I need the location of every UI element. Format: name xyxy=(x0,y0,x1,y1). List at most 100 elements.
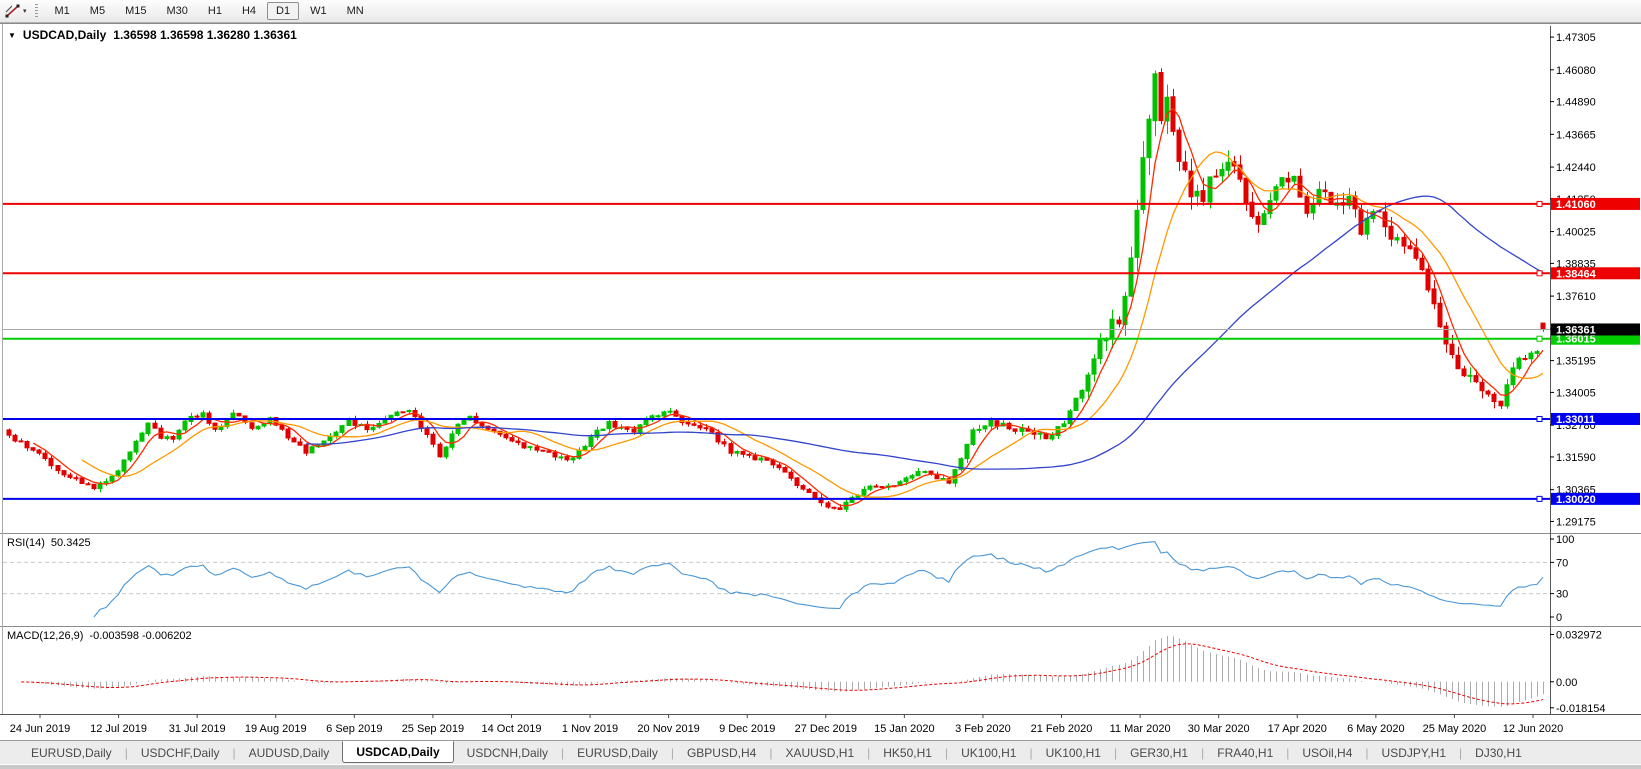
date-tick-label: 3 Feb 2020 xyxy=(955,723,1011,735)
date-tick-label: 14 Oct 2019 xyxy=(482,723,542,735)
timeframe-button-mn[interactable]: MN xyxy=(338,2,373,20)
price-tick-label: 1.34005 xyxy=(1556,387,1596,399)
price-chart-canvas[interactable]: 1.473051.460801.448901.436651.424401.412… xyxy=(0,24,1641,741)
caret-down-icon: ▾ xyxy=(23,8,27,15)
rsi-axis-label: 0 xyxy=(1556,612,1562,624)
macd-values: -0.003598 -0.006202 xyxy=(89,630,192,642)
date-tick-label: 12 Jun 2020 xyxy=(1503,723,1564,735)
macd-name: MACD(12,26,9) xyxy=(7,630,84,642)
symbol-tab-usdcnh-daily[interactable]: USDCNH,Daily xyxy=(454,743,561,763)
chart-symbol-title: USDCAD,Daily xyxy=(22,28,107,42)
pane-frame xyxy=(0,24,1641,715)
symbol-tab-eurusd-daily[interactable]: EURUSD,Daily xyxy=(564,743,671,763)
price-tick-label: 1.31590 xyxy=(1556,452,1596,464)
macd-signal-line xyxy=(21,643,1544,705)
price-tick-label: 1.37610 xyxy=(1556,291,1596,303)
symbol-tab-audusd-daily[interactable]: AUDUSD,Daily xyxy=(236,743,343,763)
price-line-label: 1.30020 xyxy=(1556,494,1596,506)
candles xyxy=(6,68,1546,512)
symbol-tab-eurusd-daily[interactable]: EURUSD,Daily xyxy=(18,743,125,763)
macd-axis-label: 0.00 xyxy=(1556,677,1577,689)
date-tick-label: 25 Sep 2019 xyxy=(402,723,464,735)
toolbar-grip[interactable] xyxy=(34,4,38,18)
date-tick-label: 21 Feb 2020 xyxy=(1031,723,1093,735)
symbol-tab-ger30-h1[interactable]: GER30,H1 xyxy=(1117,743,1201,763)
price-line-label: 1.38464 xyxy=(1556,268,1597,280)
date-tick-label: 12 Jul 2019 xyxy=(90,723,147,735)
timeframe-buttons: M1 M5 M15 M30 H1 H4 D1 W1 MN xyxy=(46,2,373,20)
chart-menu-icon[interactable]: ▼ xyxy=(8,31,16,40)
price-tick-label: 1.44890 xyxy=(1556,97,1596,109)
window-bottom-edge xyxy=(0,764,1641,769)
timeframe-button-m1[interactable]: M1 xyxy=(46,2,79,20)
moving-average-lines xyxy=(32,107,1544,507)
symbol-tab-gbpusd-h4[interactable]: GBPUSD,H4 xyxy=(674,743,769,763)
rsi-label: RSI(14) 50.3425 xyxy=(7,537,91,549)
timeframe-button-m15[interactable]: M15 xyxy=(116,2,155,20)
price-tick-label: 1.35195 xyxy=(1556,356,1596,368)
rsi-axis-label: 30 xyxy=(1556,589,1568,601)
date-tick-label: 30 Mar 2020 xyxy=(1188,723,1250,735)
price-tick-label: 1.40025 xyxy=(1556,227,1596,239)
timeframe-button-w1[interactable]: W1 xyxy=(301,2,336,20)
macd-axis-label: -0.018154 xyxy=(1556,703,1606,715)
symbol-tab-uk100-h1[interactable]: UK100,H1 xyxy=(948,743,1029,763)
horizontal-price-lines[interactable]: 1.410601.384641.360151.330111.30020 xyxy=(3,197,1640,506)
date-tick-label: 19 Aug 2019 xyxy=(245,723,307,735)
current-price-label: 1.36361 xyxy=(1556,324,1596,336)
symbol-tab-usdcad-daily[interactable]: USDCAD,Daily xyxy=(342,740,454,763)
symbol-tab-hk50-h1[interactable]: HK50,H1 xyxy=(870,743,945,763)
rsi-axis-label: 100 xyxy=(1556,534,1574,546)
symbol-tabbar: EURUSD,Daily | USDCHF,Daily | AUDUSD,Daily US… xyxy=(0,740,1641,764)
symbol-tab-uk100-h1[interactable]: UK100,H1 xyxy=(1033,743,1114,763)
date-tick-label: 31 Jul 2019 xyxy=(169,723,226,735)
rsi-pane[interactable]: 100 70 30 0 xyxy=(3,534,1574,624)
macd-axis-label: 0.032972 xyxy=(1556,629,1602,641)
symbol-tab-xauusd-h1[interactable]: XAUUSD,H1 xyxy=(772,743,867,763)
timeframe-button-d1[interactable]: D1 xyxy=(267,2,300,20)
macd-pane[interactable]: 0.032972 0.00 -0.018154 xyxy=(21,629,1606,715)
symbol-tab-usoil-h4[interactable]: USOil,H4 xyxy=(1289,743,1365,763)
price-tick-label: 1.46080 xyxy=(1556,65,1596,77)
symbol-tab-dj30-h1[interactable]: DJ30,H1 xyxy=(1462,743,1535,763)
rsi-value: 50.3425 xyxy=(50,537,91,549)
date-tick-label: 27 Dec 2019 xyxy=(795,723,857,735)
top-toolbar: ▾ M1 M5 M15 M30 H1 H4 D1 W1 MN xyxy=(0,0,1641,23)
price-tick-label: 1.43665 xyxy=(1556,129,1596,141)
date-tick-label: 24 Jun 2019 xyxy=(10,723,71,735)
date-tick-label: 17 Apr 2020 xyxy=(1268,723,1327,735)
date-tick-label: 20 Nov 2019 xyxy=(637,723,699,735)
current-price-marker: 1.36361 xyxy=(3,323,1640,336)
price-tick-label: 1.29175 xyxy=(1556,516,1596,528)
chart-window: 1.473051.460801.448901.436651.424401.412… xyxy=(0,23,1641,741)
chart-header: ▼ USDCAD,Daily 1.36598 1.36598 1.36280 1… xyxy=(8,28,297,42)
date-tick-label: 11 Mar 2020 xyxy=(1110,723,1171,735)
date-tick-label: 6 May 2020 xyxy=(1347,723,1404,735)
price-tick-label: 1.42440 xyxy=(1556,162,1596,174)
rsi-line xyxy=(93,541,1544,618)
chart-ohlc-values: 1.36598 1.36598 1.36280 1.36361 xyxy=(113,28,297,42)
price-tick-label: 1.47305 xyxy=(1556,32,1596,44)
timeframe-button-m30[interactable]: M30 xyxy=(157,2,196,20)
ma-50-line xyxy=(306,195,1544,470)
date-tick-label: 15 Jan 2020 xyxy=(874,723,935,735)
rsi-name: RSI(14) xyxy=(7,537,45,549)
rsi-axis-label: 70 xyxy=(1556,557,1568,569)
symbol-tab-usdchf-daily[interactable]: USDCHF,Daily xyxy=(128,743,233,763)
line-tools-button[interactable]: ▾ xyxy=(0,0,33,22)
time-axis[interactable]: 24 Jun 2019 12 Jul 2019 31 Jul 2019 19 Aug … xyxy=(10,714,1564,735)
timeframe-button-h4[interactable]: H4 xyxy=(233,2,265,20)
timeframe-button-m5[interactable]: M5 xyxy=(81,2,114,20)
symbol-tab-usdjpy-h1[interactable]: USDJPY,H1 xyxy=(1369,743,1459,763)
date-tick-label: 6 Sep 2019 xyxy=(326,723,382,735)
date-tick-label: 9 Dec 2019 xyxy=(719,723,775,735)
price-line-label: 1.41060 xyxy=(1556,199,1596,211)
timeframe-button-h1[interactable]: H1 xyxy=(199,2,231,20)
date-tick-label: 25 May 2020 xyxy=(1423,723,1487,735)
symbol-tab-fra40-h1[interactable]: FRA40,H1 xyxy=(1204,743,1286,763)
date-tick-label: 1 Nov 2019 xyxy=(562,723,618,735)
line-studies-icon xyxy=(5,4,20,17)
ma-5-line xyxy=(32,107,1544,507)
macd-label: MACD(12,26,9) -0.003598 -0.006202 xyxy=(7,630,192,642)
price-line-label: 1.33011 xyxy=(1556,414,1595,426)
